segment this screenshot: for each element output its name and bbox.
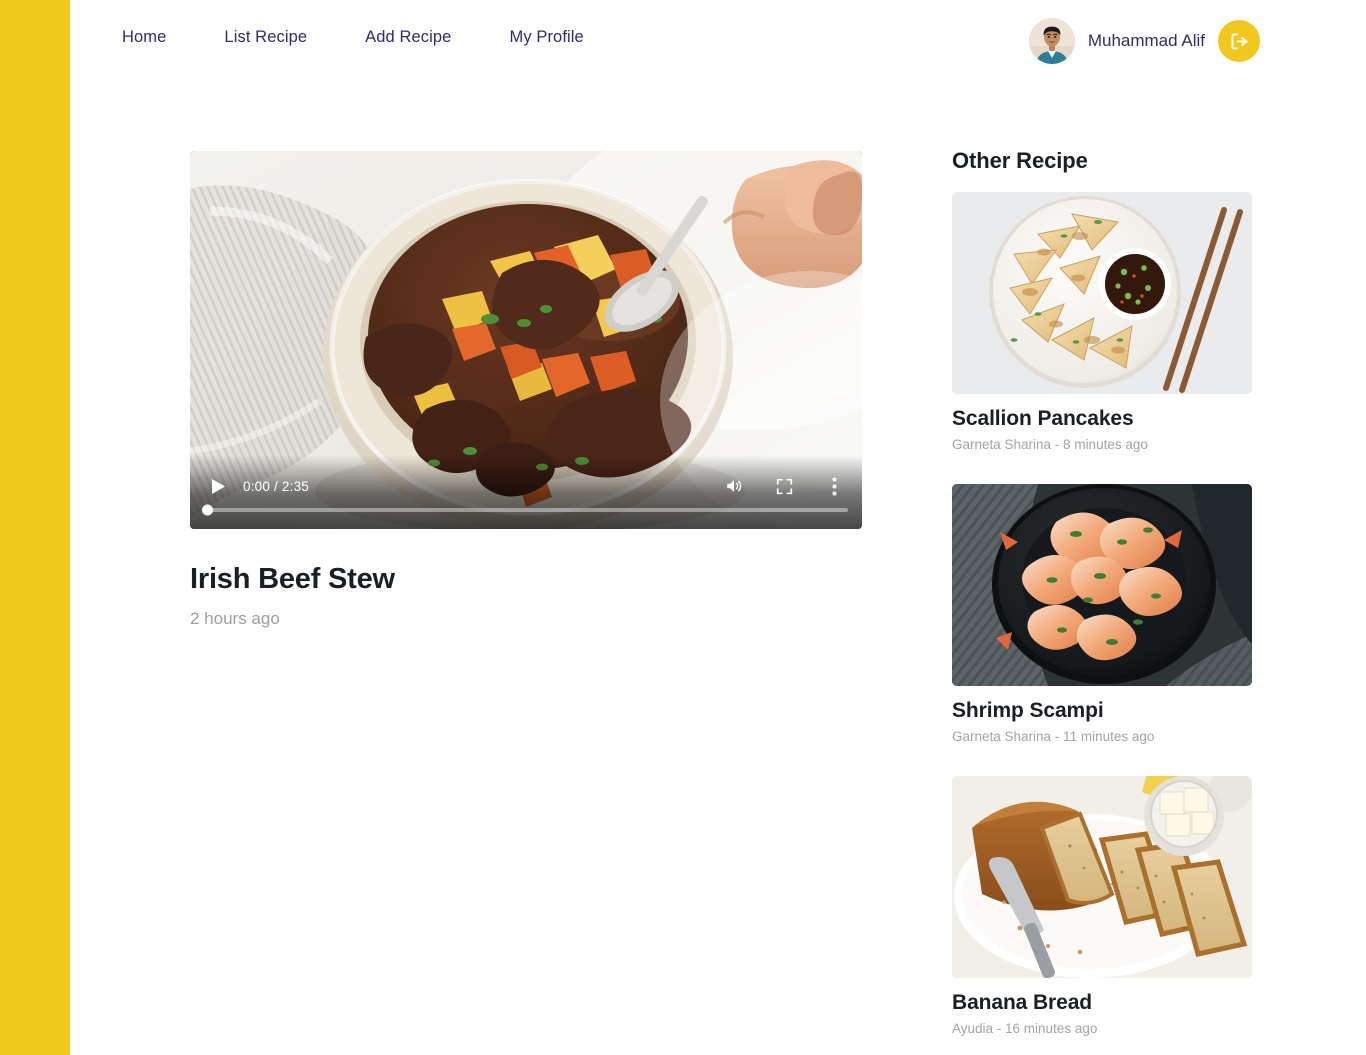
recipe-thumbnail-scallion-pancakes[interactable] [952,192,1252,394]
video-timestamp: 2 hours ago [190,609,280,628]
nav-item-list-recipe[interactable]: List Recipe [224,28,307,47]
video-right-controls [720,472,848,500]
play-button[interactable] [204,472,232,500]
user-account-area: Muhammad Alif [1028,18,1260,64]
recipe-card-banana-bread[interactable]: Banana Bread Ayudia - 16 minutes ago [952,776,1252,1036]
video-progress-slider[interactable] [202,504,848,516]
sidebar-heading: Other Recipe [952,148,1088,173]
more-options-button[interactable] [820,472,848,500]
recipe-title: Scallion Pancakes [952,407,1134,430]
logout-button[interactable] [1218,20,1260,62]
volume-button[interactable] [720,472,748,500]
recipe-app-page: Home List Recipe Add Recipe My Profile M… [0,0,1366,1055]
recipe-card-scallion-pancakes[interactable]: Scallion Pancakes Garneta Sharina - 8 mi… [952,192,1252,452]
video-player[interactable]: 0:00 / 2:35 [190,151,862,529]
nav-item-home[interactable]: Home [122,28,166,47]
play-icon [210,478,226,495]
video-control-row: 0:00 / 2:35 [190,471,862,501]
recipe-meta: Ayudia - 16 minutes ago [952,1021,1098,1036]
top-navigation-bar: Home List Recipe Add Recipe My Profile M… [70,0,1366,80]
nav-item-add-recipe[interactable]: Add Recipe [365,28,451,47]
primary-nav: Home List Recipe Add Recipe My Profile [122,28,584,47]
user-name-label: Muhammad Alif [1087,31,1205,50]
nav-item-my-profile[interactable]: My Profile [509,28,583,47]
recipe-card-shrimp-scampi[interactable]: Shrimp Scampi Garneta Sharina - 11 minut… [952,484,1252,744]
fullscreen-icon [776,478,793,495]
fullscreen-button[interactable] [770,472,798,500]
recipe-meta: Garneta Sharina - 8 minutes ago [952,437,1148,452]
other-recipes-sidebar: Other Recipe Scallion Pancakes Garneta S… [952,148,1252,1036]
video-time-display: 0:00 / 2:35 [243,478,310,494]
recipe-thumbnail-shrimp-scampi[interactable] [952,484,1252,686]
volume-icon [724,477,744,495]
kebab-menu-icon [832,477,837,496]
page-title: Irish Beef Stew [190,563,395,595]
recipe-title: Shrimp Scampi [952,699,1104,722]
recipe-thumbnail-banana-bread[interactable] [952,776,1252,978]
featured-recipe-column: 0:00 / 2:35 Irish Beef Stew 2 hours ago [190,151,862,629]
video-progress-knob[interactable] [202,504,213,516]
recipe-title: Banana Bread [952,991,1093,1014]
main-content: 0:00 / 2:35 Irish Beef Stew 2 hours ago … [70,80,1366,1055]
recipe-meta: Garneta Sharina - 11 minutes ago [952,729,1155,744]
logout-icon [1229,31,1250,52]
left-yellow-rail [0,0,70,1055]
avatar[interactable] [1028,18,1075,64]
